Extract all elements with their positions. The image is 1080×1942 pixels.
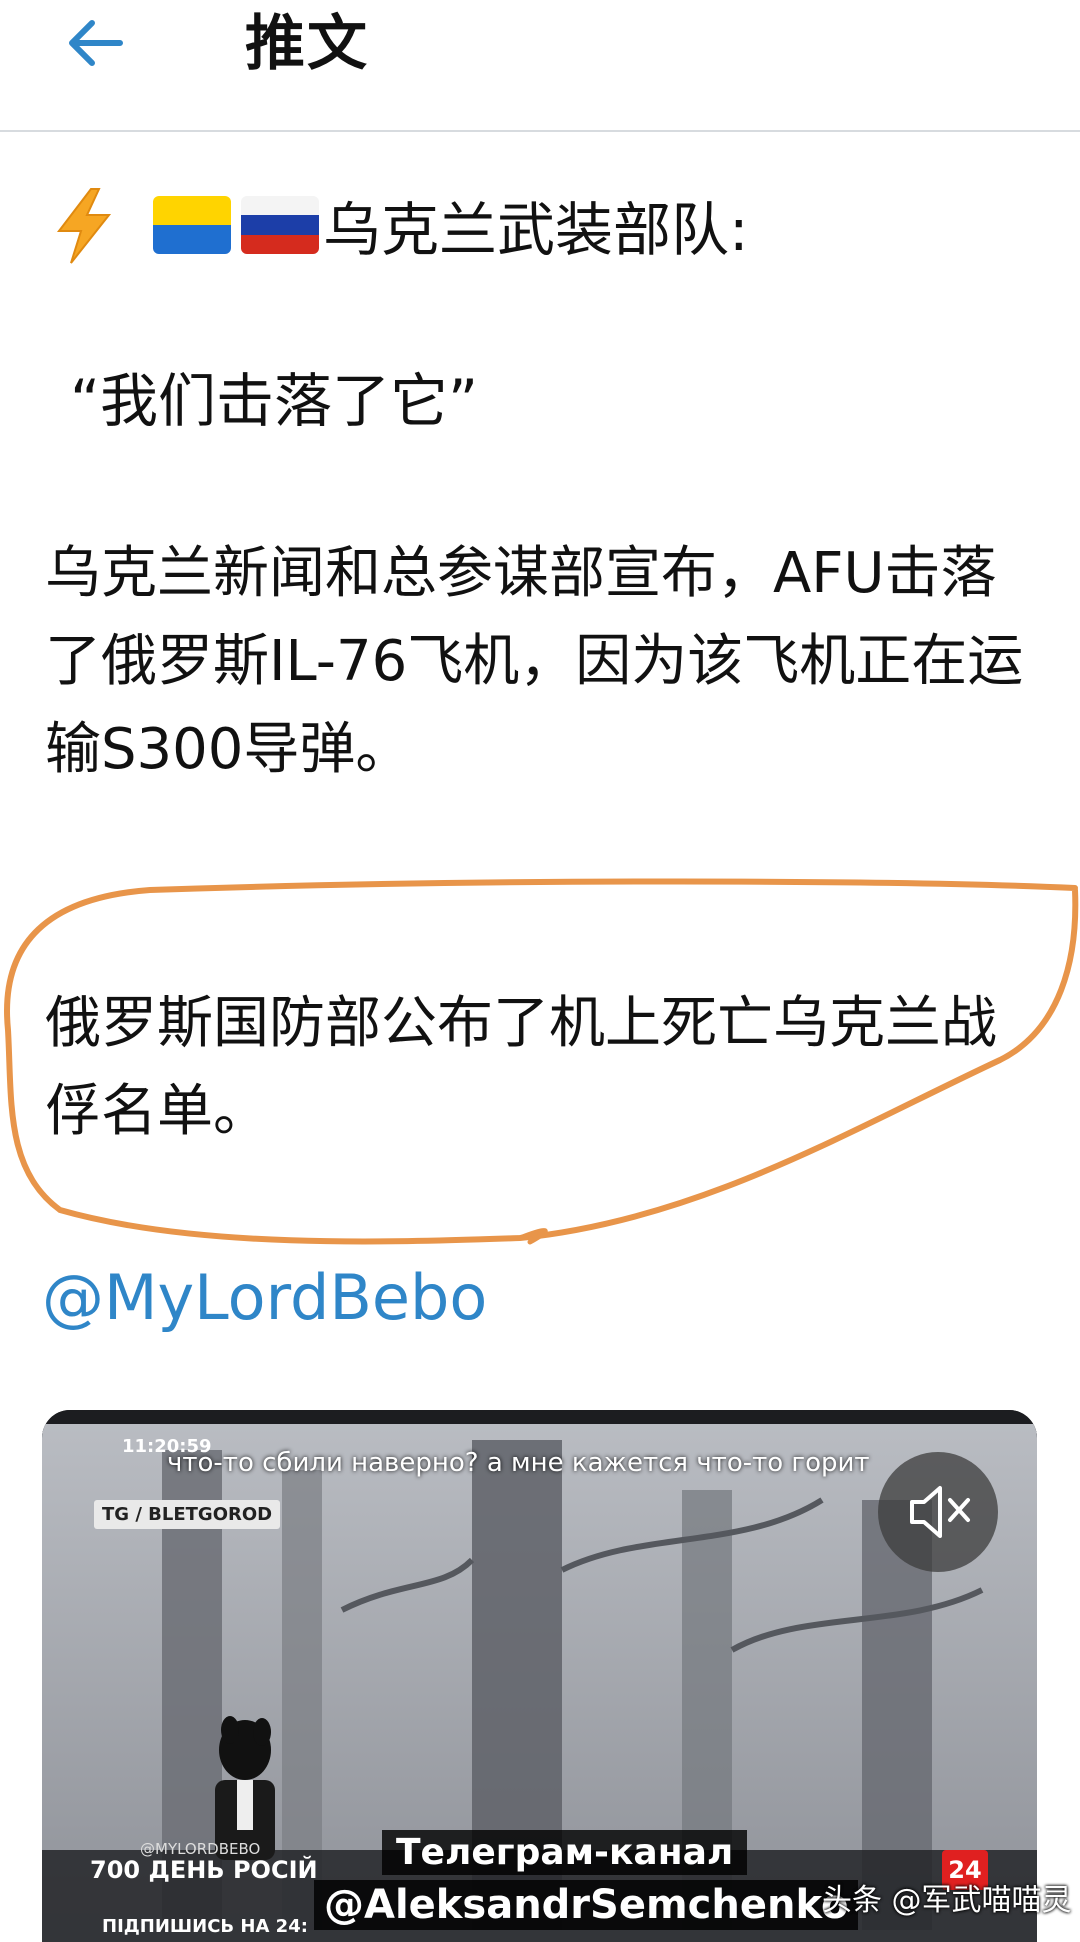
back-arrow-icon[interactable] <box>60 8 130 78</box>
tweet-quote: “我们击落了它” <box>70 367 479 435</box>
top-bar: 推文 <box>0 0 1080 132</box>
annotation-circle <box>4 878 1079 1245</box>
mute-icon <box>910 1486 970 1538</box>
telegram-caption-line1: Телеграм-канал <box>382 1830 748 1875</box>
tweet-heading: 乌克兰武装部队: <box>323 196 749 264</box>
telegram-caption-line2: @AleksandrSemchenko <box>314 1880 859 1930</box>
tweet-paragraph-1: 乌克兰新闻和总参谋部宣布，AFU击落了俄罗斯IL-76飞机，因为该飞机正在运输S… <box>45 541 1024 782</box>
page-title: 推文 <box>245 9 369 79</box>
video-subtitle: что-то сбили наверно? а мне кажется что-… <box>167 1448 870 1478</box>
dog-mascot-image <box>215 1716 275 1860</box>
video-bottom-caption: 700 ДЕНЬ РОСІЙ <box>90 1856 318 1884</box>
lightning-icon <box>56 188 112 264</box>
subscribe-caption: ПІДПИШИСЬ НА 24: <box>102 1916 308 1937</box>
ukraine-flag-icon <box>153 196 231 254</box>
mute-button[interactable] <box>878 1452 998 1572</box>
russia-flag-icon <box>241 196 319 254</box>
embedded-video[interactable]: 11:20:59 что-то сбили наверно? а мне каж… <box>42 1410 1037 1942</box>
video-source-tag: TG / BLETGOROD <box>94 1500 281 1529</box>
user-mention-link[interactable]: @MyLordBebo <box>42 1258 487 1338</box>
tweet-heading-line: 乌克兰武装部队: <box>45 180 749 270</box>
source-watermark: 头条 @军武喵喵灵 <box>822 1883 1072 1918</box>
